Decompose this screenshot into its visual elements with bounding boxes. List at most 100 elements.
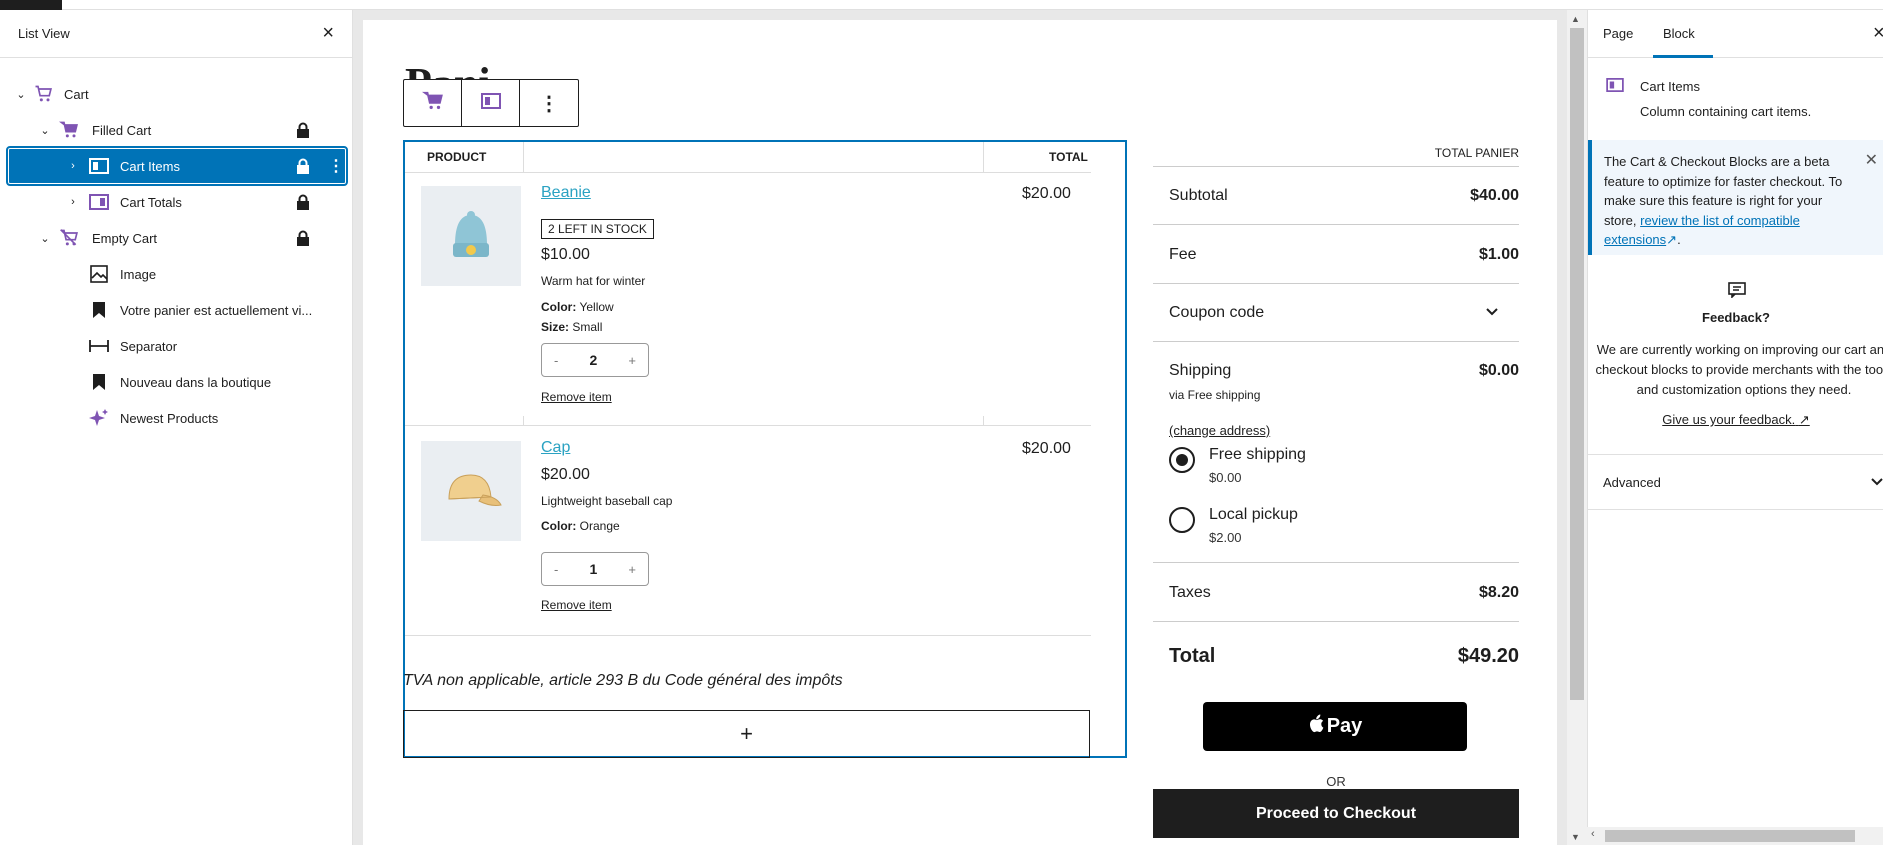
close-icon[interactable]: × [1873,22,1883,45]
filled-cart-icon [58,119,80,141]
attribute-value: Orange [579,519,620,533]
chevron-down-icon[interactable]: ⌄ [38,231,52,245]
shipping-value: $0.00 [1478,362,1519,379]
coupon-toggle[interactable]: Coupon code [1153,304,1519,328]
list-item-label: Cart [64,86,89,102]
external-link-icon: ↗ [1798,412,1810,427]
list-item-newest-products[interactable]: Newest Products [8,400,346,436]
bookmark-icon [88,371,110,393]
scroll-down-icon[interactable]: ▼ [1571,832,1580,842]
quantity-decrease-button[interactable]: - [554,353,558,368]
quantity-decrease-button[interactable]: - [554,562,558,577]
list-item-separator[interactable]: Separator [8,328,346,364]
column-header-total: TOTAL [1049,150,1088,164]
list-item-heading[interactable]: Nouveau dans la boutique [8,364,346,400]
apple-pay-button[interactable]: Pay [1203,702,1467,751]
cart-icon [32,83,54,105]
tab-page[interactable]: Page [1603,26,1633,41]
list-item-empty-cart[interactable]: ⌄ Empty Cart [8,220,346,256]
quantity-increase-button[interactable]: + [628,353,636,368]
shipping-option-label[interactable]: Local pickup [1209,506,1298,524]
quantity-input[interactable]: 2 [589,352,597,368]
chevron-right-icon[interactable]: › [66,195,80,209]
quantity-input[interactable]: 1 [589,561,597,577]
divider [1153,341,1519,342]
shipping-option-label[interactable]: Free shipping [1209,446,1306,464]
shipping-option-radio[interactable] [1169,507,1195,533]
product-image-cap[interactable] [421,441,521,541]
feedback-text-line: We are currently working on improving ou… [1596,342,1883,357]
list-item-cart-items[interactable]: › Cart Items ⋮ [6,146,348,186]
notice-text: The Cart & Checkout Blocks are a beta fe… [1604,152,1854,250]
list-item-heading[interactable]: Votre panier est actuellement vi... [8,292,346,328]
inspector-horizontal-scrollbar[interactable]: ‹ [1587,827,1883,845]
scroll-left-icon[interactable]: ‹ [1591,828,1595,840]
parent-block-button[interactable] [404,80,462,126]
dismiss-notice-icon[interactable]: ✕ [1865,150,1878,170]
scroll-up-icon[interactable]: ▲ [1571,14,1580,24]
canvas-scrollbar[interactable]: ▲ ▼ [1567,10,1587,845]
scrollbar-thumb[interactable] [1570,28,1584,700]
proceed-to-checkout-button[interactable]: Proceed to Checkout [1153,789,1519,838]
fee-label: Fee [1169,246,1197,263]
feedback-link[interactable]: Give us your feedback. ↗ [1588,412,1883,428]
or-divider: OR [1326,774,1346,789]
list-item-image[interactable]: Image [8,256,346,292]
attribute-value: Yellow [579,300,614,314]
change-address-link[interactable]: (change address) [1169,423,1270,438]
external-link-icon: ↗ [1666,232,1678,247]
column-header-product: PRODUCT [427,150,487,164]
remove-item-link[interactable]: Remove item [541,598,612,612]
list-item-cart-totals[interactable]: › Cart Totals [8,184,346,220]
more-options-icon[interactable]: ⋮ [328,156,344,176]
quantity-increase-button[interactable]: + [628,562,636,577]
chevron-down-icon [1485,304,1499,322]
scrollbar-thumb[interactable] [1605,830,1855,842]
list-item-label: Nouveau dans la boutique [120,374,272,390]
shipping-option-price: $2.00 [1209,530,1242,545]
cart-items-block[interactable]: PRODUCT TOTAL Beanie 2 LEFT IN STOCK $10… [403,140,1127,758]
divider [405,172,1091,173]
top-bar [0,0,1883,10]
totals-header: TOTAL PANIER [1434,146,1519,160]
add-block-button[interactable]: + [403,710,1090,758]
divider [1153,224,1519,225]
chevron-right-icon[interactable]: › [66,159,80,173]
close-icon[interactable]: × [322,22,334,45]
more-options-button[interactable]: ⋮ [520,80,578,126]
list-item-cart[interactable]: ⌄ Cart [8,76,346,112]
divider [983,416,984,426]
chevron-down-icon[interactable]: ⌄ [14,87,28,101]
line-total: $20.00 [1022,440,1071,457]
bookmark-icon [88,299,110,321]
beta-notice: The Cart & Checkout Blocks are a beta fe… [1588,140,1883,255]
total-value: $49.20 [1457,645,1519,667]
feedback-link-label[interactable]: Give us your feedback. [1662,412,1795,427]
tab-block[interactable]: Block [1663,26,1695,41]
feedback-text-line: and customization options they need. [1636,382,1852,397]
divider [1153,562,1519,563]
advanced-label: Advanced [1603,475,1661,490]
fee-value: $1.00 [1478,246,1519,263]
product-name-link[interactable]: Beanie [541,184,591,202]
divider [1153,283,1519,284]
divider [523,416,524,426]
product-price: $10.00 [541,246,590,263]
attribute-key: Color: [541,300,577,314]
remove-item-link[interactable]: Remove item [541,390,612,404]
tva-note[interactable]: TVA non applicable, article 293 B du Cod… [403,672,843,690]
product-image-beanie[interactable] [421,186,521,286]
taxes-label: Taxes [1169,584,1211,601]
shipping-option-radio[interactable] [1169,447,1195,473]
list-item-filled-cart[interactable]: ⌄ Filled Cart [8,112,346,148]
cart-icon [421,90,444,117]
list-view-header: List View × [0,10,352,58]
product-name-link[interactable]: Cap [541,439,570,457]
columns-icon [88,191,110,213]
notice-end: . [1677,232,1681,247]
more-options-icon: ⋮ [539,92,559,115]
block-type-button[interactable] [462,80,520,126]
chevron-down-icon[interactable]: ⌄ [38,123,52,137]
advanced-panel-toggle[interactable]: Advanced [1588,454,1883,510]
list-view-panel: List View × ⌄ Cart ⌄ Filled Cart › Cart … [0,10,353,845]
